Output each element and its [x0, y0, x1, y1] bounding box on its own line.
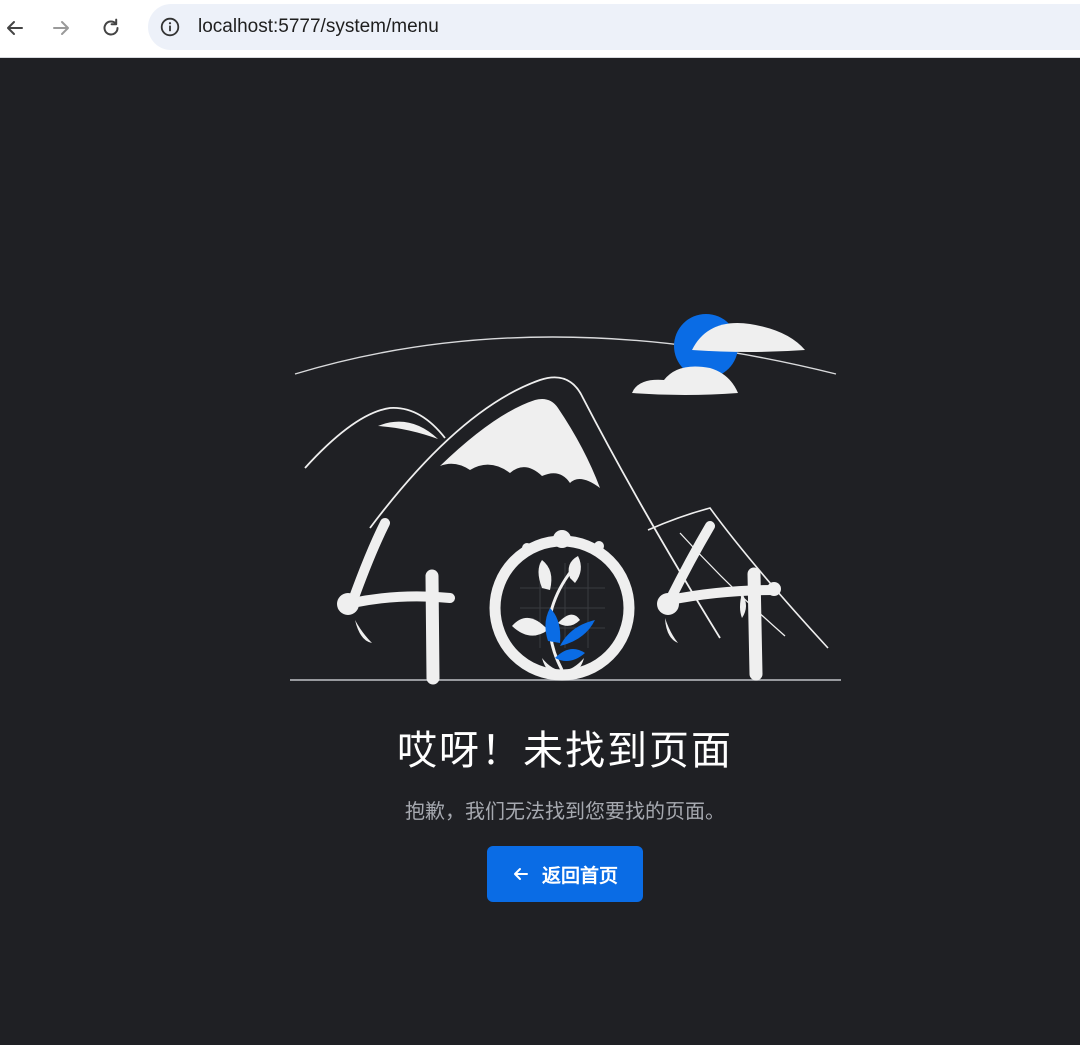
page-description: 抱歉，我们无法找到您要找的页面。	[405, 799, 725, 823]
digit-zero-dot-left	[522, 543, 532, 553]
info-circle-icon[interactable]	[160, 17, 180, 37]
plant-leaf-2	[568, 556, 581, 583]
reload-icon	[103, 18, 119, 36]
digit-four-right-leaf-2	[740, 593, 746, 618]
digit-zero-dot-right	[594, 541, 604, 551]
plant-leaf-4	[558, 614, 580, 626]
arrow-left-icon	[7, 21, 23, 35]
digit-four-right	[660, 521, 780, 681]
browser-toolbar: localhost:5777/system/menu	[0, 0, 1080, 58]
404-illustration	[290, 314, 841, 685]
forward-button[interactable]	[46, 14, 76, 42]
left-hill-cap	[378, 421, 438, 439]
page-title: 哎呀！未找到页面	[397, 728, 733, 774]
address-bar[interactable]: localhost:5777/system/menu	[148, 4, 1080, 50]
mountain-snowcap	[440, 399, 600, 488]
digit-four-left	[344, 518, 455, 685]
back-button[interactable]	[0, 14, 30, 42]
digit-four-right-ball	[657, 593, 679, 615]
url-text[interactable]: localhost:5777/system/menu	[198, 17, 439, 37]
reload-button[interactable]	[96, 14, 126, 42]
plant-leaf-blue-3	[555, 649, 585, 662]
digit-zero-knob	[553, 530, 571, 548]
plant-leaf-3	[512, 617, 548, 636]
plant-leaf-blue-1	[545, 608, 561, 643]
digit-four-left-ball	[337, 593, 359, 615]
arrow-left-icon	[513, 868, 528, 880]
digit-four-right-ball-2	[767, 582, 781, 596]
back-home-button[interactable]: 返回首页	[487, 846, 643, 902]
right-hill-line	[647, 507, 829, 649]
not-found-page: 哎呀！未找到页面 抱歉，我们无法找到您要找的页面。 返回首页	[0, 58, 1080, 1045]
digit-four-left-leaf	[355, 620, 372, 643]
arrow-right-icon	[53, 21, 69, 35]
back-home-label: 返回首页	[541, 864, 618, 887]
left-hill-line	[304, 407, 446, 469]
digit-four-right-leaf	[665, 618, 678, 643]
